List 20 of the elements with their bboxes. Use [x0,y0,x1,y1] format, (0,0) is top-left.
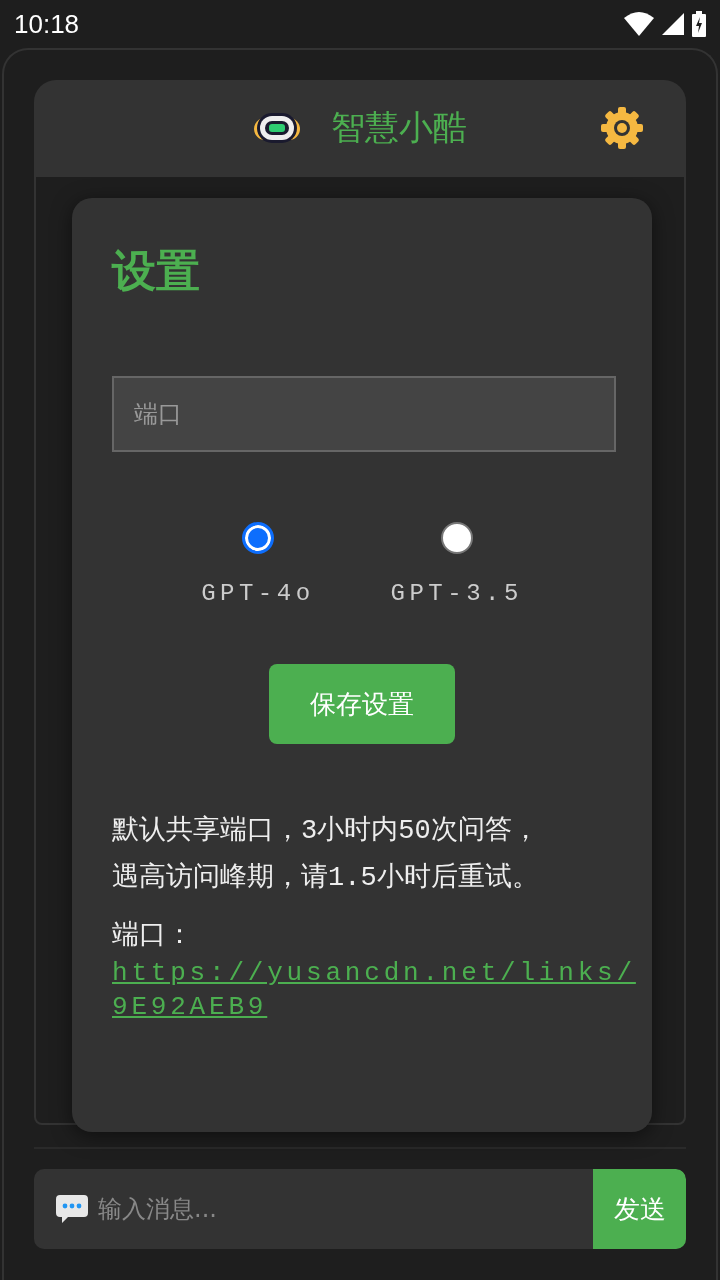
send-button[interactable]: 发送 [593,1169,686,1249]
radio-button[interactable] [241,522,274,554]
notice-text: 默认共享端口，3小时内50次问答，遇高访问峰期，请1.5小时后重试。 [112,814,540,895]
port-field[interactable]: 端口 [112,376,616,452]
app-title: 智慧小酷 [331,106,467,149]
port-label: 端口： [112,920,194,953]
radio-button[interactable] [440,522,473,554]
wifi-icon [624,12,654,36]
speech-bubble-icon [56,1195,88,1223]
port-link[interactable]: https://yusancdn.net/links/9E92AEB9 [112,956,642,1024]
settings-icon[interactable] [600,105,644,150]
battery-icon [692,11,706,37]
robot-icon [253,110,301,145]
clock: 10:18 [14,7,80,41]
save-settings-button[interactable]: 保存设置 [269,664,455,744]
dialog-title: 设置 [112,244,201,298]
model-label: GPT-3.5 [390,579,523,609]
model-label: GPT-4o [201,579,315,609]
signal-icon [662,13,684,35]
message-input[interactable]: 输入消息... 发送 [34,1169,686,1249]
